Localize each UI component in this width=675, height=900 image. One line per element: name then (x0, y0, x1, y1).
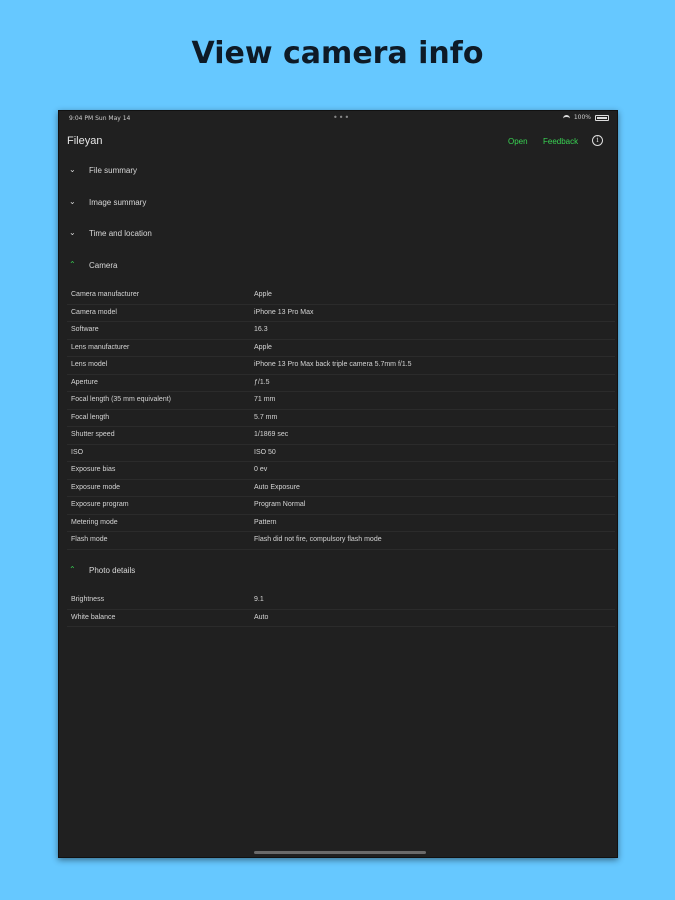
row-key: Lens model (71, 361, 108, 368)
row-value: ISO 50 (254, 448, 276, 456)
table-row: Focal length 5.7 mm (67, 410, 615, 427)
section-label: Image summary (89, 198, 147, 207)
row-value: Program Normal (254, 501, 306, 508)
row-key: White balance (71, 613, 116, 621)
section-label: Time and location (89, 229, 152, 238)
chevron-down-icon: ⌄ (69, 165, 76, 174)
camera-table: Camera manufacturer Apple Camera model iPh… (67, 287, 615, 550)
status-right: 100% (562, 114, 609, 121)
section-label: Camera (89, 261, 118, 270)
row-value: Auto Exposure (254, 483, 300, 491)
table-row: Exposure program Program Normal (67, 497, 615, 515)
table-row: Camera model iPhone 13 Pro Max (67, 305, 615, 322)
row-key: Metering mode (71, 518, 118, 526)
chevron-up-icon: ⌃ (69, 260, 76, 269)
row-key: Shutter speed (71, 431, 115, 438)
feedback-button[interactable]: Feedback (543, 137, 578, 146)
wifi-icon (562, 115, 570, 120)
table-row: Camera manufacturer Apple (67, 287, 615, 305)
section-file-summary[interactable]: ⌄ File summary (59, 161, 617, 183)
row-value: Apple (254, 291, 272, 298)
row-value: iPhone 13 Pro Max (254, 308, 314, 316)
row-key: Exposure bias (71, 466, 116, 473)
row-value: 71 mm (254, 396, 276, 403)
section-camera[interactable]: ⌃ Camera (59, 256, 617, 278)
row-value: Auto (254, 613, 269, 621)
row-value: ƒ/1.5 (254, 378, 270, 386)
home-indicator[interactable] (254, 851, 426, 854)
table-row: Software 16.3 (67, 322, 615, 340)
table-row: ISO ISO 50 (67, 445, 615, 462)
row-key: Lens manufacturer (71, 343, 130, 351)
status-bar: 9:04 PM Sun May 14 ••• 100% (59, 111, 617, 125)
section-photo-details[interactable]: ⌃ Photo details (59, 561, 617, 583)
nav-bar: Fileyan Open Feedback i (59, 129, 617, 153)
table-row: Focal length (35 mm equivalent) 71 mm (67, 392, 615, 410)
row-value: 5.7 mm (254, 413, 278, 421)
table-row: Aperture ƒ/1.5 (67, 375, 615, 392)
app-title: Fileyan (67, 135, 103, 147)
row-key: Aperture (71, 378, 98, 386)
table-row: Flash mode Flash did not fire, compulsory… (67, 532, 615, 550)
table-row: Lens manufacturer Apple (67, 340, 615, 357)
table-row: White balance Auto (67, 610, 615, 627)
row-value: Flash did not fire, compulsory flash mod… (254, 536, 382, 543)
photo-details-table: Brightness 9.1 White balance Auto (67, 592, 615, 627)
row-key: Exposure mode (71, 483, 121, 491)
row-key: Brightness (71, 596, 105, 603)
row-key: Flash mode (71, 536, 108, 543)
row-key: Camera manufacturer (71, 291, 140, 298)
row-key: Focal length (35 mm equivalent) (71, 396, 171, 403)
battery-percent: 100% (573, 114, 591, 121)
row-value: Pattern (254, 518, 277, 526)
section-time-location[interactable]: ⌄ Time and location (59, 224, 617, 246)
row-value: iPhone 13 Pro Max back triple camera 5.7… (254, 361, 412, 368)
section-label: Photo details (89, 566, 136, 575)
section-label: File summary (89, 166, 138, 175)
table-row: Brightness 9.1 (67, 592, 615, 610)
row-key: Camera model (71, 308, 117, 316)
row-value: Apple (254, 343, 272, 351)
table-row: Lens model iPhone 13 Pro Max back triple … (67, 357, 615, 375)
row-key: Software (71, 326, 99, 333)
promo-headline: View camera info (191, 36, 484, 71)
row-key: ISO (71, 448, 84, 456)
tablet-screen: 9:04 PM Sun May 14 ••• 100% Fileyan Open… (58, 110, 618, 858)
row-key: Exposure program (71, 501, 129, 508)
table-row: Metering mode Pattern (67, 515, 615, 532)
row-value: 1/1869 sec (254, 431, 289, 438)
row-value: 9.1 (254, 596, 264, 603)
chevron-down-icon: ⌄ (69, 228, 76, 237)
table-row: Exposure mode Auto Exposure (67, 480, 615, 497)
row-value: 16.3 (254, 326, 268, 333)
status-time: 9:04 PM Sun May 14 (69, 115, 131, 122)
info-icon[interactable]: i (592, 135, 603, 146)
table-row: Shutter speed 1/1869 sec (67, 427, 615, 445)
open-button[interactable]: Open (508, 137, 528, 146)
row-key: Focal length (71, 413, 110, 421)
row-value: 0 ev (254, 466, 268, 473)
section-image-summary[interactable]: ⌄ Image summary (59, 193, 617, 215)
battery-icon (595, 114, 609, 121)
multitasking-dots[interactable]: ••• (333, 113, 350, 122)
table-row: Exposure bias 0 ev (67, 462, 615, 480)
chevron-up-icon: ⌃ (69, 565, 76, 574)
chevron-down-icon: ⌄ (69, 197, 76, 206)
